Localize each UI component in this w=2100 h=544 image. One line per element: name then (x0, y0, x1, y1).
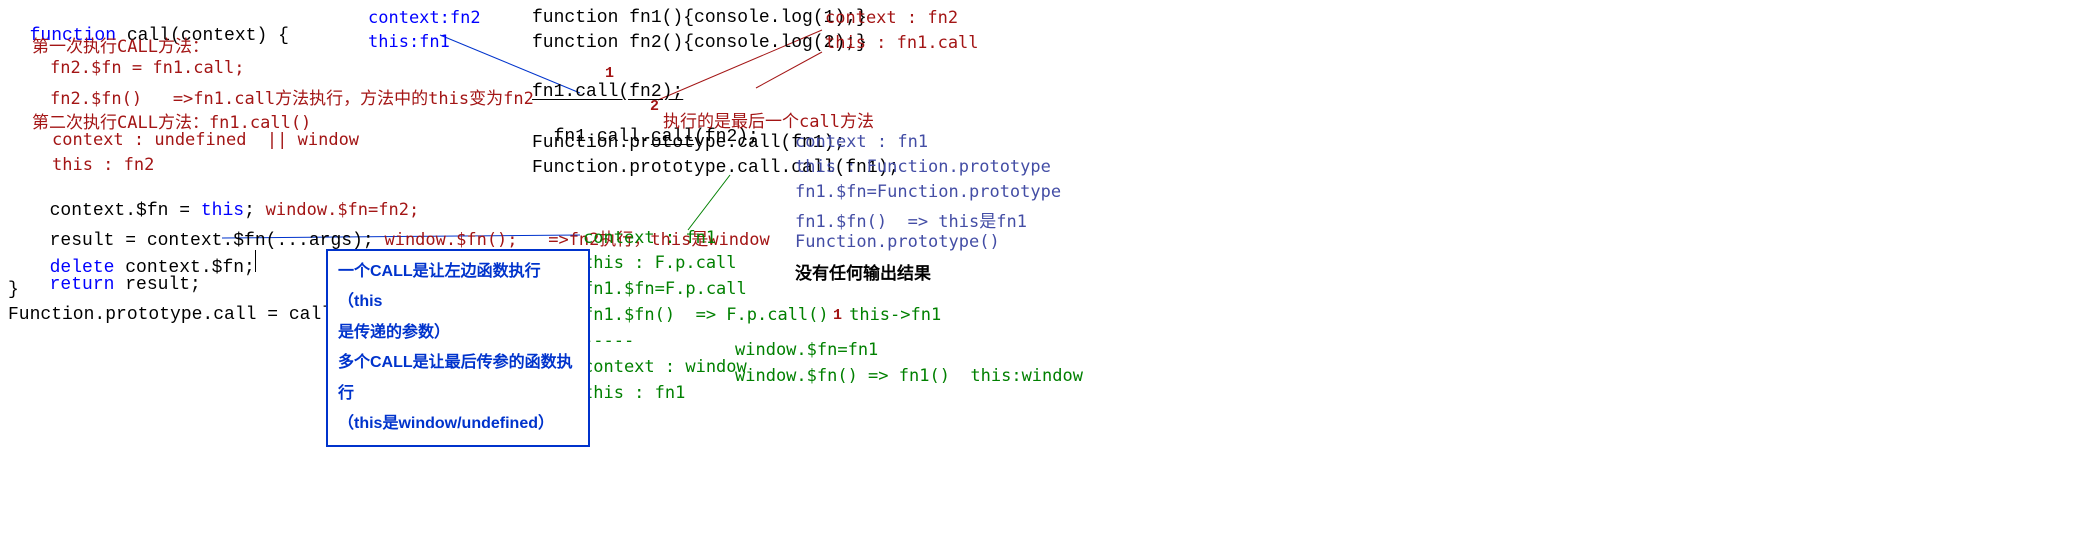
note-blue-this-fp: this : Function.prototype (795, 157, 1051, 177)
code-fn1-call-fn2: fn1.call(fn2); (532, 82, 683, 102)
code-line-return: return result; (28, 255, 201, 295)
note-green-context-window: context : window (583, 357, 747, 377)
summary-line-2: 是传递的参数） (338, 318, 578, 348)
note-call-last: 执行的是最后一个call方法 (663, 107, 874, 132)
superscript-1b: 1 (833, 307, 842, 324)
note-right-this-fn1call: this : fn1.call (825, 33, 979, 53)
note-right-context-fn2: context : fn2 (825, 8, 958, 28)
note-first-exec-title: 第一次执行CALL方法： (32, 32, 209, 57)
note-blue-fp-exec: Function.prototype() (795, 232, 1000, 252)
superscript-1: 1 (605, 65, 614, 82)
note-first-exec-b: fn2.$fn() =>fn1.call方法执行，方法中的this变为fn2 (50, 84, 534, 109)
note-green-this-fpcall: this : F.p.call (583, 253, 737, 273)
note-no-output: 没有任何输出结果 (795, 259, 931, 284)
text-cursor (255, 250, 256, 272)
note-blue-fn1fn-exec: fn1.$fn() => this是fn1 (795, 207, 1027, 232)
note-green-context-fn1: context : fn1 (583, 228, 716, 248)
code-line-close-brace: } (8, 280, 19, 300)
note-second-exec-b: this : fn2 (52, 155, 154, 175)
note-second-exec-a: context : undefined || window (52, 130, 359, 150)
note-context-fn2: context:fn2 (368, 8, 481, 28)
note-green-this-fn1: this : fn1 (583, 383, 685, 403)
note-first-exec-a: fn2.$fn = fn1.call; (50, 58, 244, 78)
note-blue-context-fn1: context : fn1 (795, 132, 928, 152)
summary-box: 一个CALL是让左边函数执行（this 是传递的参数） 多个CALL是让最后传参… (326, 249, 590, 447)
note-green-winfn-eq: window.$fn=fn1 (735, 340, 878, 360)
summary-line-1: 一个CALL是让左边函数执行（this (338, 257, 578, 318)
note-green-dash: ----- (583, 331, 634, 351)
summary-line-3: 多个CALL是让最后传参的函数执行 (338, 348, 578, 409)
note-green-winfn-exec: window.$fn() => fn1() this:window (735, 366, 1083, 386)
code-line-proto-assign: Function.prototype.call = call; (8, 305, 343, 325)
annotation-lines (0, 0, 2100, 544)
note-green-fn1fn-eq: fn1.$fn=F.p.call (583, 279, 747, 299)
summary-line-4: （this是window/undefined） (338, 409, 578, 439)
note-green-fn1fn-exec: fn1.$fn() => F.p.call() this->fn1 (583, 305, 941, 325)
note-blue-fn1fn-eq: fn1.$fn=Function.prototype (795, 182, 1061, 202)
superscript-2: 2 (650, 98, 659, 115)
note-this-fn1: this:fn1 (368, 32, 450, 52)
code-fn2-def: function fn2(){console.log(2);} (532, 33, 867, 53)
code-fn1-def: function fn1(){console.log(1);} (532, 8, 867, 28)
